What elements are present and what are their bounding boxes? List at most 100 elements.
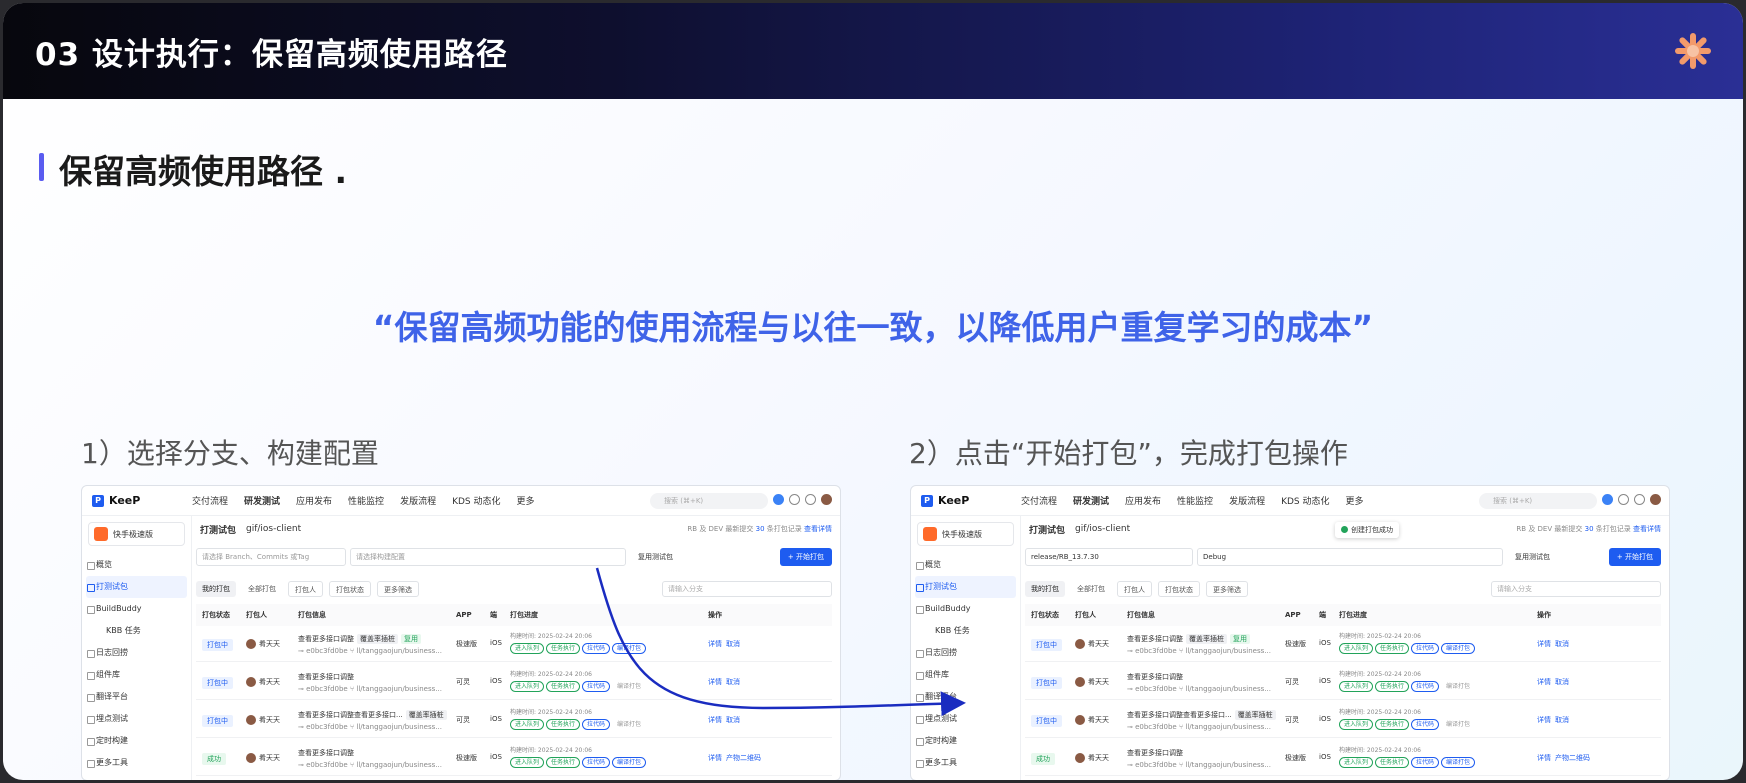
nav-item[interactable]: 更多 <box>1345 494 1363 507</box>
sidebar-item[interactable]: 概览 <box>911 554 1020 576</box>
nav-item[interactable]: 更多 <box>516 494 534 507</box>
nav-item[interactable]: 交付流程 <box>192 494 228 507</box>
start-build-button[interactable]: + 开始打包 <box>779 548 832 566</box>
more-filter[interactable]: 更多筛选 <box>377 581 419 597</box>
branch-search-input[interactable]: 请输入分支 <box>662 581 832 597</box>
table-row[interactable]: 成功 肴天天 查看更多接口调整 ⊸ e0bc3fd0be ⑂ ll/tanggaoju… <box>196 742 832 776</box>
branch-name: ll/tanggaojun/business... <box>356 761 442 769</box>
more-filter[interactable]: 更多筛选 <box>1206 581 1248 597</box>
table-row[interactable]: 打包中 肴天天 查看更多接口调整查看更多接口... 覆盖率插桩 ⊸ e0bc3fd0be… <box>196 704 832 738</box>
sidebar-item[interactable]: 概览 <box>82 554 191 576</box>
repo-selector[interactable]: gif/ios-client <box>1075 524 1130 534</box>
sidebar-item[interactable]: 更多工具 <box>911 752 1020 774</box>
sidebar-item-active[interactable]: 打测试包 <box>86 576 187 598</box>
sidebar-item[interactable]: 翻译平台 <box>82 686 191 708</box>
bell-icon[interactable] <box>1634 494 1645 505</box>
details-link[interactable]: 详情 <box>708 639 722 649</box>
nav-item[interactable]: KDS 动态化 <box>452 494 500 507</box>
nav-item[interactable]: 发版流程 <box>1229 494 1265 507</box>
branch-select[interactable]: 请选择 Branch、Commits 或Tag <box>196 548 346 566</box>
branch-search-input[interactable]: 请输入分支 <box>1491 581 1661 597</box>
sidebar-item[interactable]: 翻译平台 <box>911 686 1020 708</box>
details-link[interactable]: 详情 <box>708 677 722 687</box>
reuse-checkbox[interactable]: 复用测试包 <box>1515 552 1550 562</box>
search-input[interactable]: 搜索 (⌘+K) <box>650 493 768 509</box>
nav-item[interactable]: 交付流程 <box>1021 494 1057 507</box>
table-row[interactable]: 成功 肴天天 查看更多接口调整 ⊸ e0bc3fd0be ⑂ ll/tanggaoju… <box>1025 742 1661 776</box>
avatar[interactable] <box>1650 494 1661 505</box>
nav-item[interactable]: 应用发布 <box>296 494 332 507</box>
sidebar-item[interactable]: 更多工具 <box>82 752 191 774</box>
row-action-link[interactable]: 取消 <box>1555 715 1569 725</box>
sidebar-item[interactable]: 日志回捞 <box>82 642 191 664</box>
avatar[interactable] <box>821 494 832 505</box>
table-row[interactable]: 打包中 肴天天 查看更多接口调整 ⊸ e0bc3fd0be ⑂ ll/tanggaoj… <box>1025 666 1661 700</box>
table-row[interactable]: 打包中 肴天天 查看更多接口调整 覆盖率插桩 复用 ⊸ e0bc3fd0be ⑂ ll/t… <box>1025 628 1661 662</box>
tab-mine[interactable]: 我的打包 <box>1025 581 1065 597</box>
help-icon[interactable] <box>1618 494 1629 505</box>
table-row[interactable]: 打包中 肴天天 查看更多接口调整查看更多接口... 覆盖率插桩 ⊸ e0bc3fd0be… <box>1025 704 1661 738</box>
sidebar-item[interactable]: 日志回捞 <box>911 642 1020 664</box>
view-details-link[interactable]: 查看详情 <box>1633 525 1661 533</box>
nav-item-active[interactable]: 研发测试 <box>1073 494 1109 507</box>
row-action-link[interactable]: 取消 <box>726 715 740 725</box>
nav-item[interactable]: 发版流程 <box>400 494 436 507</box>
plugin-icon[interactable] <box>773 494 784 505</box>
sidebar-item[interactable]: BuildBuddy <box>911 598 1020 620</box>
details-link[interactable]: 详情 <box>708 753 722 763</box>
row-action-link[interactable]: 取消 <box>726 677 740 687</box>
search-input[interactable]: 搜索 (⌘+K) <box>1479 493 1597 509</box>
table-row[interactable]: 打包中 肴天天 查看更多接口调整 覆盖率插桩 复用 ⊸ e0bc3fd0be ⑂ ll/t… <box>196 628 832 662</box>
branch-select[interactable]: release/RB_13.7.30 <box>1025 548 1193 566</box>
sidebar-subitem[interactable]: KBB 任务 <box>911 620 1020 642</box>
row-action-link[interactable]: 取消 <box>1555 639 1569 649</box>
reuse-checkbox[interactable]: 复用测试包 <box>638 552 673 562</box>
brand[interactable]: P KeeP <box>911 494 1021 507</box>
app-selector[interactable]: 快手极速版 <box>917 522 1014 546</box>
brand[interactable]: P KeeP <box>82 494 192 507</box>
table-row[interactable]: 打包中 肴天天 查看更多接口调整 ⊸ e0bc3fd0be ⑂ ll/tanggaoj… <box>196 666 832 700</box>
plugin-icon[interactable] <box>1602 494 1613 505</box>
progress-step: 拉代码 <box>1411 681 1440 692</box>
tab-mine[interactable]: 我的打包 <box>196 581 236 597</box>
row-action-link[interactable]: 产物二维码 <box>1555 753 1590 763</box>
repo-selector[interactable]: gif/ios-client <box>246 524 301 534</box>
packer-filter[interactable]: 打包人 <box>288 581 323 597</box>
commit-info: ⊸ e0bc3fd0be ⑂ ll/tanggaojun/business... <box>298 685 442 693</box>
sidebar-item[interactable]: 组件库 <box>82 664 191 686</box>
bell-icon[interactable] <box>805 494 816 505</box>
sidebar-item-active[interactable]: 打测试包 <box>915 576 1016 598</box>
start-build-button[interactable]: + 开始打包 <box>1608 548 1661 566</box>
nav-item[interactable]: 性能监控 <box>348 494 384 507</box>
row-action-link[interactable]: 取消 <box>726 639 740 649</box>
packer-filter[interactable]: 打包人 <box>1117 581 1152 597</box>
config-select[interactable]: 请选择构建配置 <box>350 548 626 566</box>
row-action-link[interactable]: 产物二维码 <box>726 753 761 763</box>
sidebar-item[interactable]: 定时构建 <box>82 730 191 752</box>
help-icon[interactable] <box>789 494 800 505</box>
sidebar-item[interactable]: 组件库 <box>911 664 1020 686</box>
details-link[interactable]: 详情 <box>1537 639 1551 649</box>
nav-item[interactable]: 应用发布 <box>1125 494 1161 507</box>
sidebar-item[interactable]: 埋点测试 <box>911 708 1020 730</box>
nav-item[interactable]: 性能监控 <box>1177 494 1213 507</box>
tab-all[interactable]: 全部打包 <box>242 581 282 597</box>
details-link[interactable]: 详情 <box>708 715 722 725</box>
tab-all[interactable]: 全部打包 <box>1071 581 1111 597</box>
status-filter[interactable]: 打包状态 <box>329 581 371 597</box>
details-link[interactable]: 详情 <box>1537 753 1551 763</box>
config-select[interactable]: Debug <box>1197 548 1503 566</box>
sidebar-item[interactable]: 定时构建 <box>911 730 1020 752</box>
sidebar-item[interactable]: 埋点测试 <box>82 708 191 730</box>
details-link[interactable]: 详情 <box>1537 715 1551 725</box>
sidebar-item[interactable]: BuildBuddy <box>82 598 191 620</box>
nav-item-active[interactable]: 研发测试 <box>244 494 280 507</box>
details-link[interactable]: 详情 <box>1537 677 1551 687</box>
row-action-link[interactable]: 取消 <box>1555 677 1569 687</box>
nav-item[interactable]: KDS 动态化 <box>1281 494 1329 507</box>
build-time: 构建时间: 2025-02-24 20:06 <box>510 633 592 640</box>
status-filter[interactable]: 打包状态 <box>1158 581 1200 597</box>
app-selector[interactable]: 快手极速版 <box>88 522 185 546</box>
sidebar-subitem[interactable]: KBB 任务 <box>82 620 191 642</box>
view-details-link[interactable]: 查看详情 <box>804 525 832 533</box>
